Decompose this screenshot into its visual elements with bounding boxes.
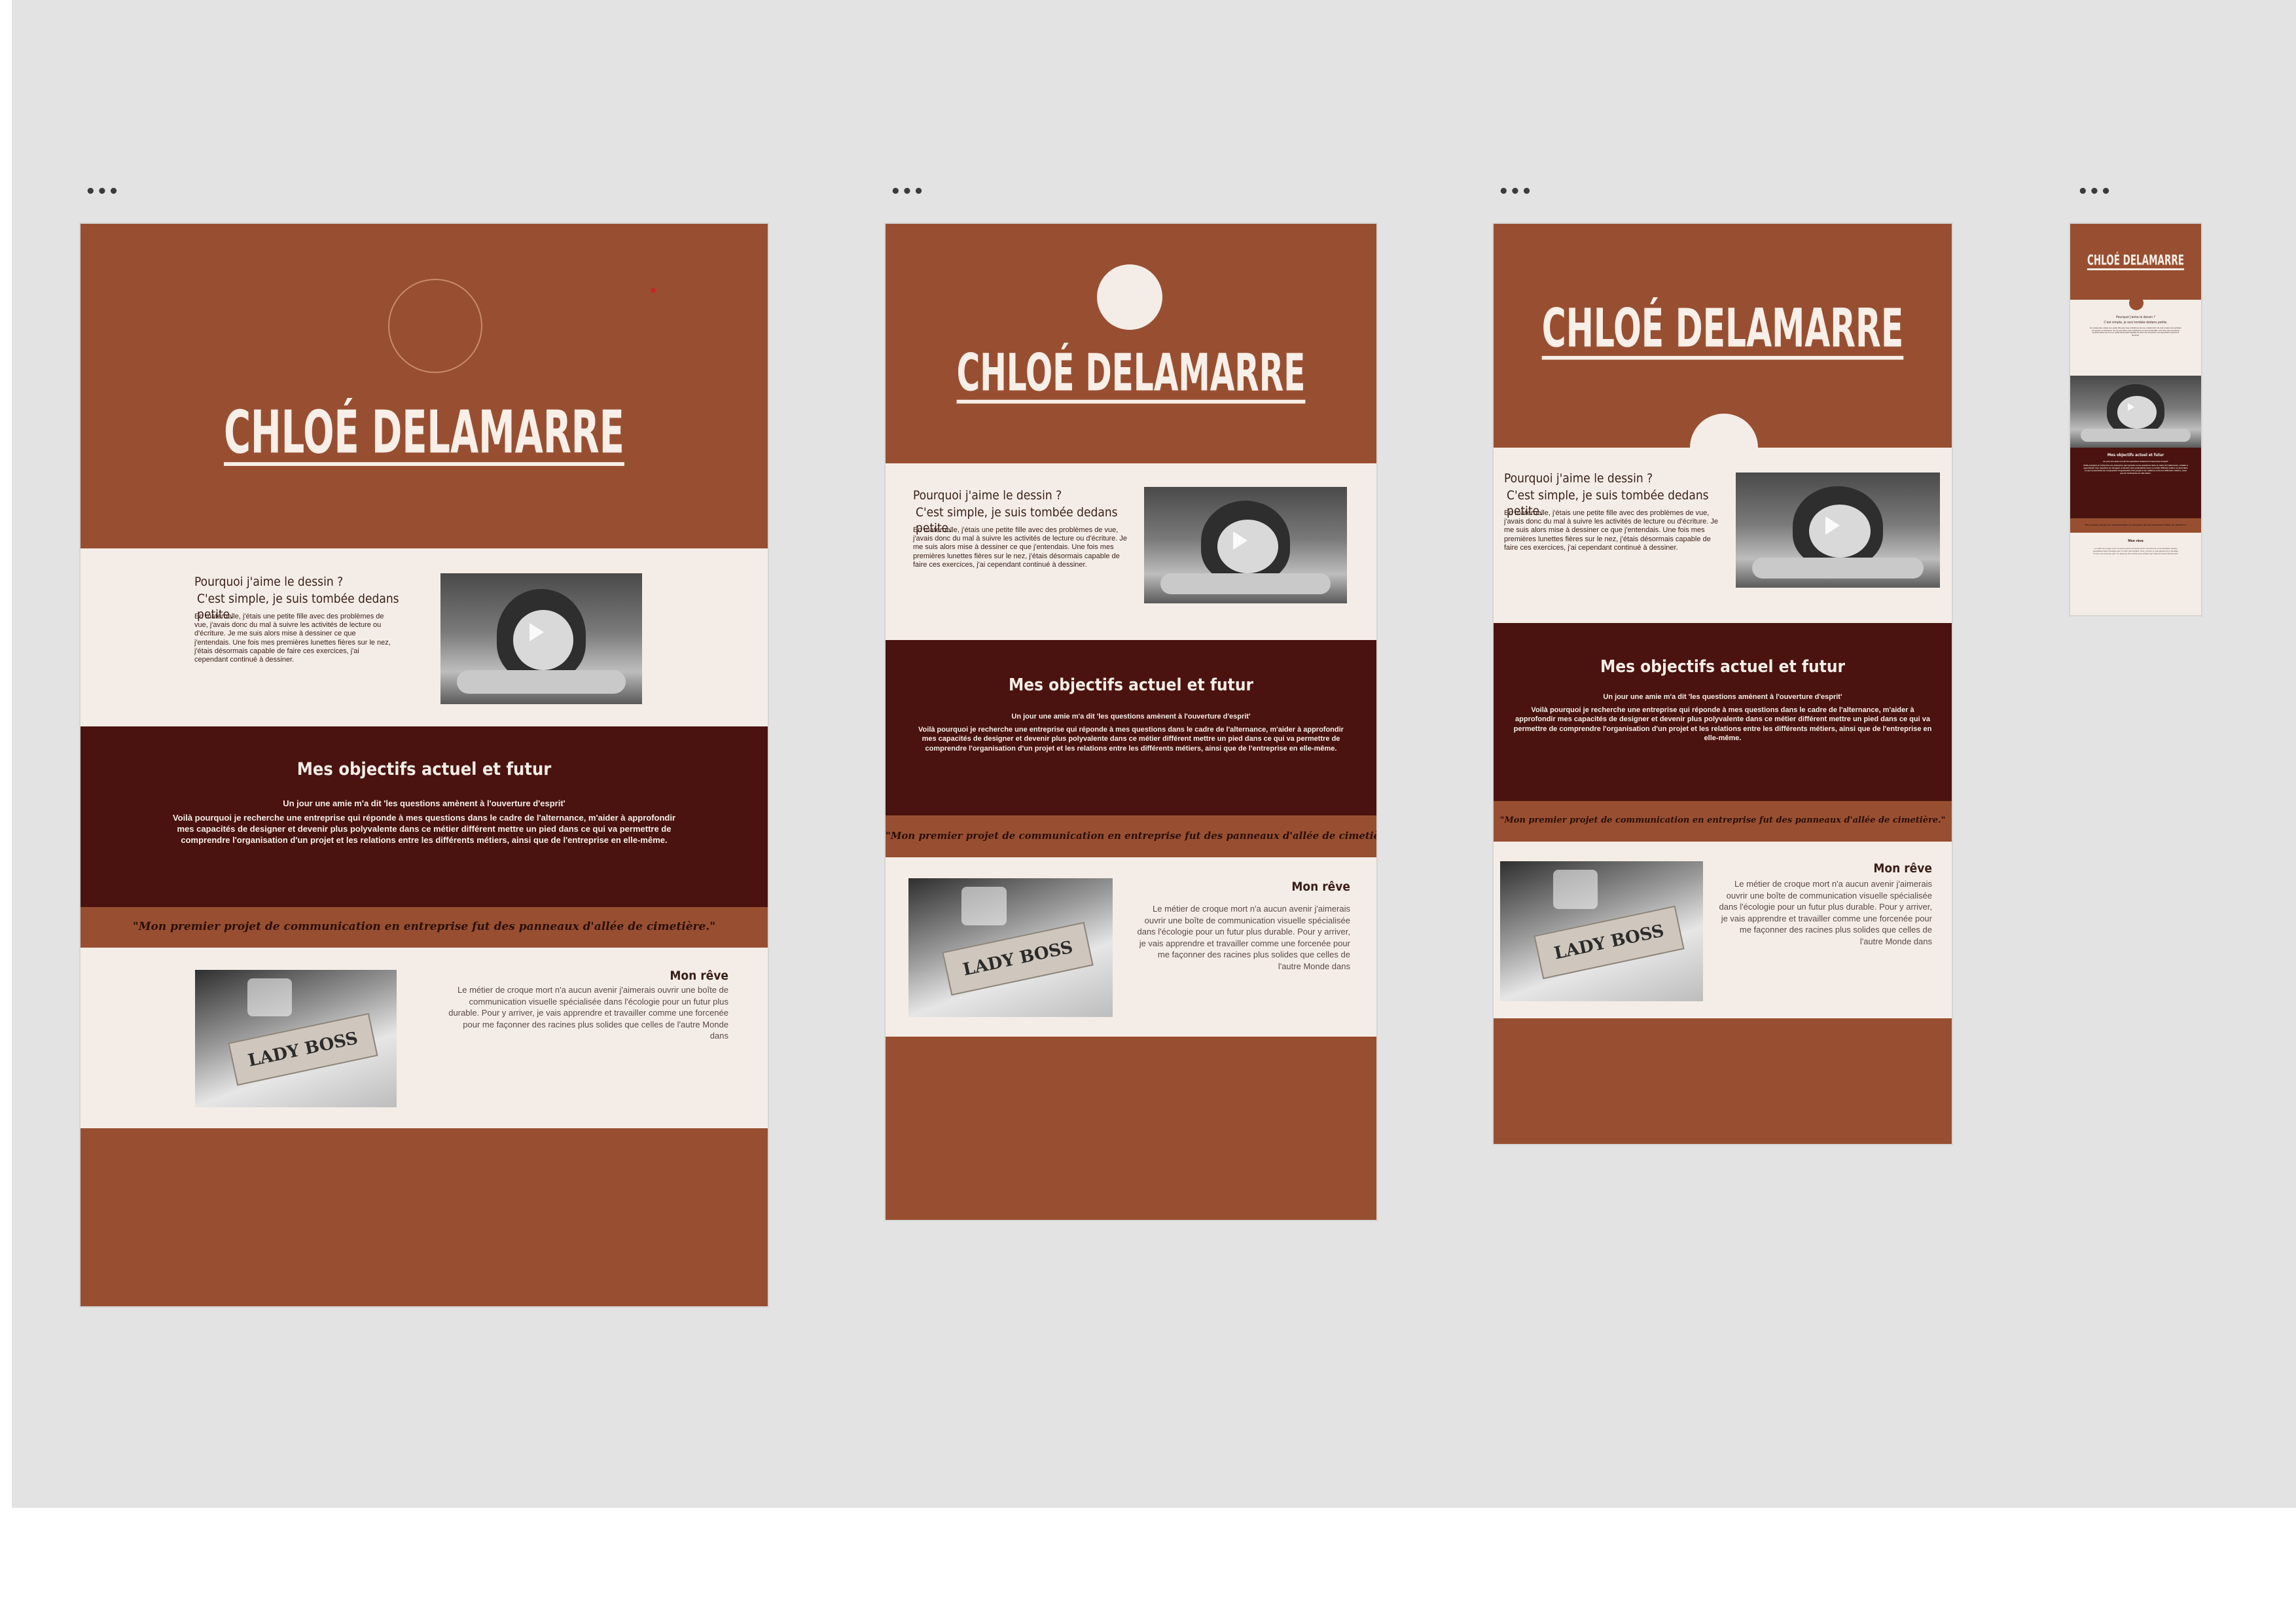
marker-dot [651,288,656,293]
lady-boss-photo[interactable]: LADY BOSS [195,970,397,1107]
hero-section: CHLOÉ DELAMARRE [2070,224,2201,300]
avatar-circle [1097,264,1162,330]
dream-title: Mon rêve [1291,880,1350,894]
about-text: En maternelle, j'étais une petite fille … [1504,509,1719,552]
portrait-photo[interactable] [440,573,642,704]
objectives-text-2: Voilà pourquoi je recherche une entrepri… [1513,706,1932,742]
dream-title: Mon rêve [670,969,728,983]
about-section: Pourquoi j'aime le dessin ? C'est simple… [2070,296,2201,448]
frame-small[interactable]: CHLOÉ DELAMARRE Pourquoi j'aime le dessi… [1494,224,1952,1144]
lady-boss-plate: LADY BOSS [1534,905,1685,980]
quote-text: "Mon premier projet de communication en … [1499,815,1946,825]
design-canvas: ••• CHLOÉ DELAMARRE Pourquoi j'aime le d… [12,0,2296,1508]
dream-text: Le métier de croque mort n'a aucun aveni… [1137,904,1350,971]
footer-section [886,1037,1376,1220]
objectives-section: Mes objectifs actuel et futur Un jour un… [2070,448,2201,518]
objectives-text-2: Voilà pourquoi je recherche une entrepri… [172,813,676,845]
about-section: Pourquoi j'aime le dessin ? C'est simple… [1494,448,1952,623]
objectives-text-2: Voilà pourquoi je recherche une entrepri… [918,726,1344,753]
question-line-1: Pourquoi j'aime le dessin ? [2116,315,2155,319]
objectives-text-1: Un jour une amie m'a dit 'les questions … [2103,460,2168,463]
frame-mobile[interactable]: CHLOÉ DELAMARRE Pourquoi j'aime le dessi… [2070,224,2201,615]
objectives-title: Mes objectifs actuel et futur [296,759,552,779]
frame-handle-mobile[interactable]: ••• [2077,183,2112,200]
hero-section: CHLOÉ DELAMARRE [81,224,768,548]
avatar-circle [2129,296,2144,310]
footer-section [1494,1018,1952,1144]
about-text: En maternelle, j'étais une petite fille … [2090,327,2181,336]
lady-boss-plate: LADY BOSS [228,1013,378,1086]
quote-text: "Mon premier projet de communication en … [132,920,716,933]
play-icon[interactable] [1233,531,1248,550]
footer-section [81,1128,768,1306]
objectives-section: Mes objectifs actuel et futur Un jour un… [886,640,1376,815]
dream-text: Le métier de croque mort n'a aucun aveni… [448,985,728,1041]
quote-band: "Mon premier projet de communication en … [2070,518,2201,533]
objectives-title: Mes objectifs actuel et futur [2107,453,2164,457]
objectives-text-1: Un jour une amie m'a dit 'les questions … [1603,693,1842,701]
dream-text: Le métier de croque mort n'a aucun aveni… [1719,879,1932,946]
question-line-1: Pourquoi j'aime le dessin ? [194,575,344,589]
dream-section: LADY BOSS Mon rêve Le métier de croque m… [81,948,768,1128]
about-text: En maternelle, j'étais une petite fille … [913,526,1128,569]
lady-boss-plate: LADY BOSS [942,921,1094,996]
play-icon[interactable] [1825,516,1840,535]
dream-section: LADY BOSS Mon rêve Le métier de croque m… [886,857,1376,1037]
hero-section: CHLOÉ DELAMARRE [1494,224,1952,482]
page-title: CHLOÉ DELAMARRE [224,397,624,467]
frame-handle-small[interactable]: ••• [1498,183,1533,200]
about-section: Pourquoi j'aime le dessin ? C'est simple… [81,548,768,726]
objectives-text-2: Voilà pourquoi je recherche une entrepri… [2083,464,2188,474]
lady-boss-photo[interactable]: LADY BOSS [1500,861,1703,1001]
quote-band: "Mon premier projet de communication en … [81,907,768,948]
frame-desktop[interactable]: CHLOÉ DELAMARRE Pourquoi j'aime le dessi… [81,224,768,1306]
portrait-photo[interactable] [2070,376,2201,448]
dream-title: Mon rêve [1873,861,1932,876]
frame-handle-tablet[interactable]: ••• [890,183,925,200]
dream-title: Mon rêve [2128,539,2144,543]
frame-handle-desktop[interactable]: ••• [85,183,120,200]
about-section: Pourquoi j'aime le dessin ? C'est simple… [886,463,1376,640]
objectives-section: Mes objectifs actuel et futur Un jour un… [81,726,768,907]
about-text: En maternelle, j'étais une petite fille … [194,613,391,664]
portrait-photo[interactable] [1736,473,1940,588]
question-line-2: C'est simple, je suis tombée dedans peti… [2104,321,2168,325]
quote-band: "Mon premier projet de communication en … [886,815,1376,857]
play-icon[interactable] [529,623,544,641]
objectives-text-1: Un jour une amie m'a dit 'les questions … [1011,713,1251,721]
portrait-photo[interactable] [1144,487,1347,603]
objectives-section: Mes objectifs actuel et futur Un jour un… [1494,623,1952,801]
avatar-outline [388,279,482,373]
question-line-1: Pourquoi j'aime le dessin ? [913,488,1062,503]
frame-tablet[interactable]: CHLOÉ DELAMARRE Pourquoi j'aime le dessi… [886,224,1376,1220]
play-icon[interactable] [2128,402,2134,411]
page-title: CHLOÉ DELAMARRE [956,342,1306,403]
dream-section: Mon rêve Le métier de croque mort n'a au… [2070,533,2201,615]
quote-band: "Mon premier projet de communication en … [1494,801,1952,842]
quote-text: "Mon premier projet de communication en … [886,830,1376,842]
quote-text: "Mon premier projet de communication en … [2084,524,2187,526]
dream-text: Le métier de croque mort n'a aucun aveni… [2092,547,2179,556]
objectives-text-1: Un jour une amie m'a dit 'les questions … [283,798,565,808]
lady-boss-photo[interactable]: LADY BOSS [908,878,1113,1017]
hero-section: CHLOÉ DELAMARRE [886,224,1376,463]
page-title: CHLOÉ DELAMARRE [2087,251,2184,269]
objectives-title: Mes objectifs actuel et futur [1008,675,1254,695]
objectives-title: Mes objectifs actuel et futur [1600,657,1846,677]
question-line-1: Pourquoi j'aime le dessin ? [1504,471,1653,486]
page-title: CHLOÉ DELAMARRE [1541,298,1904,360]
dream-section: LADY BOSS Mon rêve Le métier de croque m… [1494,842,1952,1018]
